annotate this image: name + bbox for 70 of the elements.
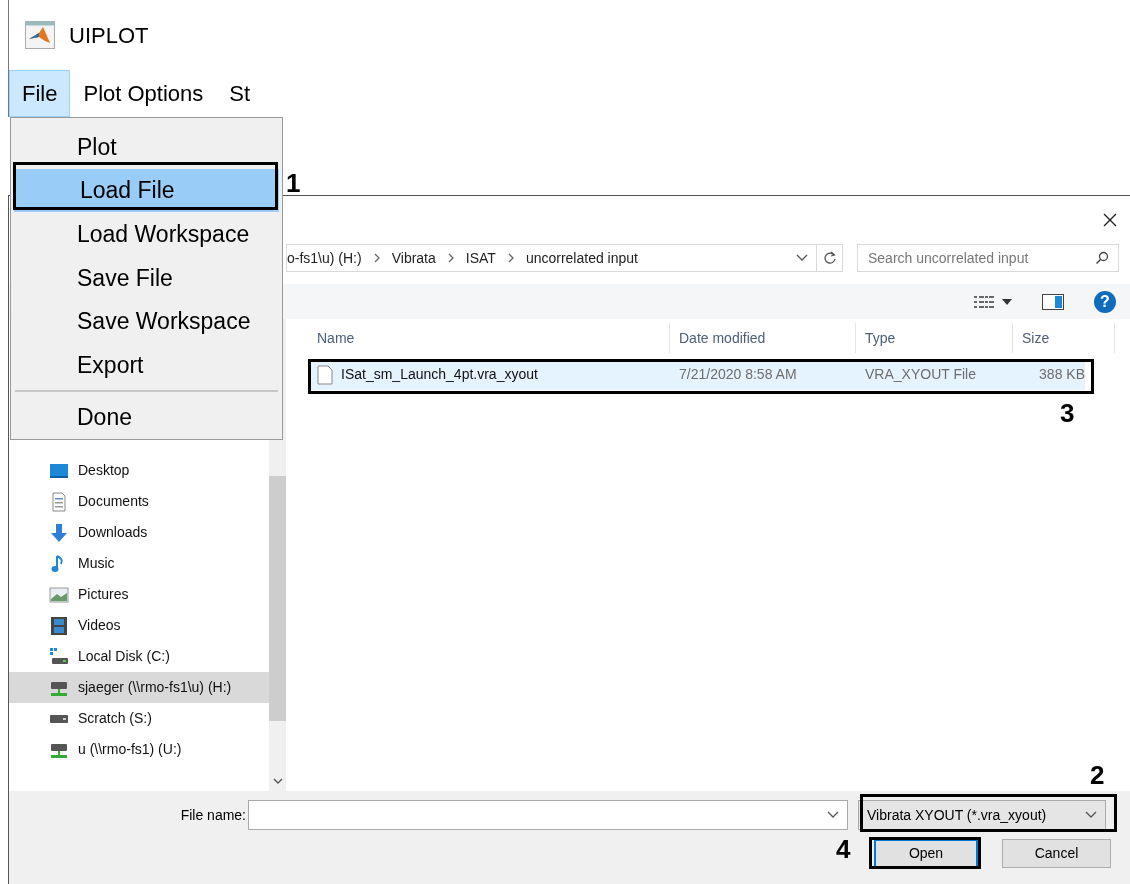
sidebar-item[interactable]: Local Disk (C:) [9,641,269,672]
sidebar-item[interactable]: sjaeger (\\rmo-fs1\u) (H:) [9,672,269,703]
preview-pane-icon [1042,293,1064,310]
column-header[interactable]: Date modified [670,323,856,353]
menu-item[interactable]: Save Workspace [11,299,282,344]
dropdown-icon [1085,811,1097,819]
app-logo-icon [25,21,55,49]
breadcrumb[interactable]: uncorrelated input [525,247,638,269]
refresh-button[interactable] [817,244,843,272]
breadcrumb[interactable]: ISAT [465,247,496,269]
annotation-number: 3 [1060,400,1075,426]
menu-bar-item[interactable]: File [9,70,71,117]
scrollbar-thumb[interactable] [269,476,286,721]
chevron-icon [447,253,454,263]
caret-icon [1002,298,1012,305]
file-date: 7/21/2020 8:58 AM [678,365,798,384]
sidebar-item[interactable]: Pictures [9,579,269,610]
scroll-down-icon [272,777,283,785]
menu-item[interactable]: Load File [14,168,279,213]
chevron-icon [507,253,514,263]
list-view-icon [974,294,994,309]
annotation-number: 1 [286,170,301,196]
column-header[interactable]: Type [856,323,1013,353]
sidebar-item[interactable]: Music [9,548,269,579]
view-options-button[interactable] [974,294,1012,309]
refresh-icon [822,251,837,265]
sidebar-item[interactable]: Downloads [9,517,269,548]
window-title: UIPLOT [69,21,149,50]
menu-item[interactable]: Plot [11,125,282,169]
file-type: VRA_XYOUT File [864,365,977,384]
help-button[interactable]: ? [1094,290,1116,313]
breadcrumb[interactable]: Vibrata [391,247,436,269]
menu-item[interactable]: Save File [11,256,282,300]
chevron-icon [373,253,380,263]
sidebar-item[interactable]: Desktop [9,455,269,486]
menu-bar-item[interactable]: Plot Options [70,70,217,117]
menu-item[interactable]: Load Workspace [11,212,282,257]
column-header[interactable]: Name [308,323,670,353]
sidebar-item[interactable]: Videos [9,610,269,641]
file-size: 388 KB [1038,365,1085,384]
search-icon [1095,251,1109,265]
sidebar-item[interactable]: Scratch (S:) [9,703,269,734]
picture-icon [49,584,69,605]
file-type-dropdown[interactable]: Vibrata XYOUT (*.vra_xyout) [858,800,1106,830]
sidebar-item[interactable]: u (\\rmo-fs1) (U:) [9,734,269,765]
drive-icon [49,714,69,723]
dropdown-icon [827,811,839,819]
file-name-label: File name: [179,805,247,825]
file-icon [317,364,333,385]
annotation-number: 4 [836,836,851,862]
file-type-value: Vibrata XYOUT (*.vra_xyout) [867,805,1047,825]
dropdown-icon [796,254,808,262]
close-icon [1102,212,1118,228]
film-icon [49,615,69,636]
column-header[interactable]: Size [1013,323,1115,353]
breadcrumb[interactable]: o-fs1\u) (H:) [287,247,362,269]
menu-item[interactable]: Export [11,343,282,388]
menu-item[interactable]: Done [11,395,282,439]
search-field[interactable]: Search uncorrelated input [857,244,1119,272]
drive-icon [49,646,69,667]
download-icon [49,522,69,543]
preview-pane-button[interactable] [1042,293,1064,310]
address-bar[interactable]: o-fs1\u) (H:) Vibrata ISAT uncorrelated input [286,244,817,272]
document-icon [49,491,69,512]
menu-bar-item[interactable]: St [216,70,264,117]
annotation-number: 2 [1090,762,1105,788]
dialog-button[interactable]: Cancel [1002,838,1111,868]
file-name-field[interactable] [248,800,848,830]
sidebar-item[interactable]: Documents [9,486,269,517]
file-name: ISat_sm_Launch_4pt.vra_xyout [341,365,538,384]
